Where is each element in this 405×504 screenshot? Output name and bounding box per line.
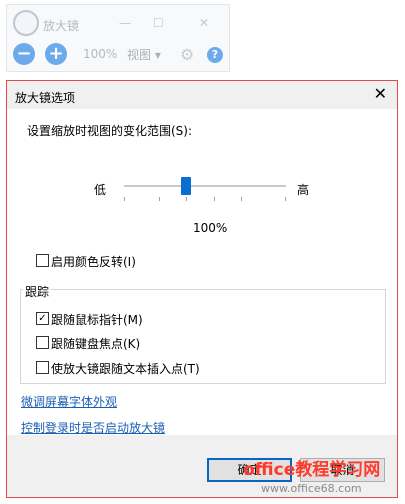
magnifier-toolbar: 放大镜 — ☐ ✕ − + 100% 视图 ▾ ⚙ ? [6,4,230,72]
dialog-close-button[interactable]: ✕ [374,84,387,104]
slider-tick [285,197,286,201]
follow-mouse-label: 跟随鼠标指针(M) [51,313,143,327]
help-icon[interactable]: ? [207,47,223,63]
slider-tick [124,197,125,201]
dialog-title: 放大镜选项 [15,91,76,105]
close-button[interactable]: ✕ [199,15,209,31]
magnifier-options-dialog: 放大镜选项 ✕ 设置缩放时视图的变化范围(S): 低 高 100% 启用颜色反转… [6,80,398,498]
slider-tick [241,197,242,201]
zoom-range-slider-thumb[interactable] [181,177,191,195]
slider-tick [186,197,187,201]
zoom-range-slider-track[interactable] [124,185,286,187]
cleartype-link[interactable]: 微调屏幕字体外观 [21,393,117,410]
slider-tick [159,197,160,201]
minimize-button[interactable]: — [119,15,131,31]
magnifier-icon [13,10,39,36]
zoom-level: 100% [83,47,118,61]
slider-value: 100% [193,221,228,235]
slider-low-label: 低 [94,183,107,197]
follow-text-checkbox[interactable] [36,361,49,374]
follow-keyboard-label: 跟随键盘焦点(K) [51,337,141,351]
magnifier-title: 放大镜 [43,19,80,33]
follow-keyboard-checkbox[interactable] [36,336,49,349]
watermark-url: www.office68.com [261,482,362,495]
tracking-group-label: 跟踪 [23,283,52,300]
dialog-content: 设置缩放时视图的变化范围(S): 低 高 100% 启用颜色反转(I) 跟踪 ✓… [7,109,397,435]
views-menu[interactable]: 视图 ▾ [127,46,161,63]
gear-icon[interactable]: ⚙ [180,45,194,64]
invert-colors-checkbox[interactable] [36,254,49,267]
zoom-in-button[interactable]: + [45,43,67,65]
watermark-text: office教程学习网 [243,460,381,480]
follow-text-label: 使放大镜跟随文本插入点(T) [51,362,200,376]
zoom-out-button[interactable]: − [13,43,35,65]
zoom-range-label: 设置缩放时视图的变化范围(S): [27,124,193,138]
invert-colors-label: 启用颜色反转(I) [51,255,136,269]
follow-mouse-checkbox[interactable]: ✓ [36,312,49,325]
maximize-button[interactable]: ☐ [153,15,164,31]
slider-high-label: 高 [297,183,310,197]
logon-setting-link[interactable]: 控制登录时是否启动放大镜 [21,419,165,436]
slider-tick [214,197,215,201]
